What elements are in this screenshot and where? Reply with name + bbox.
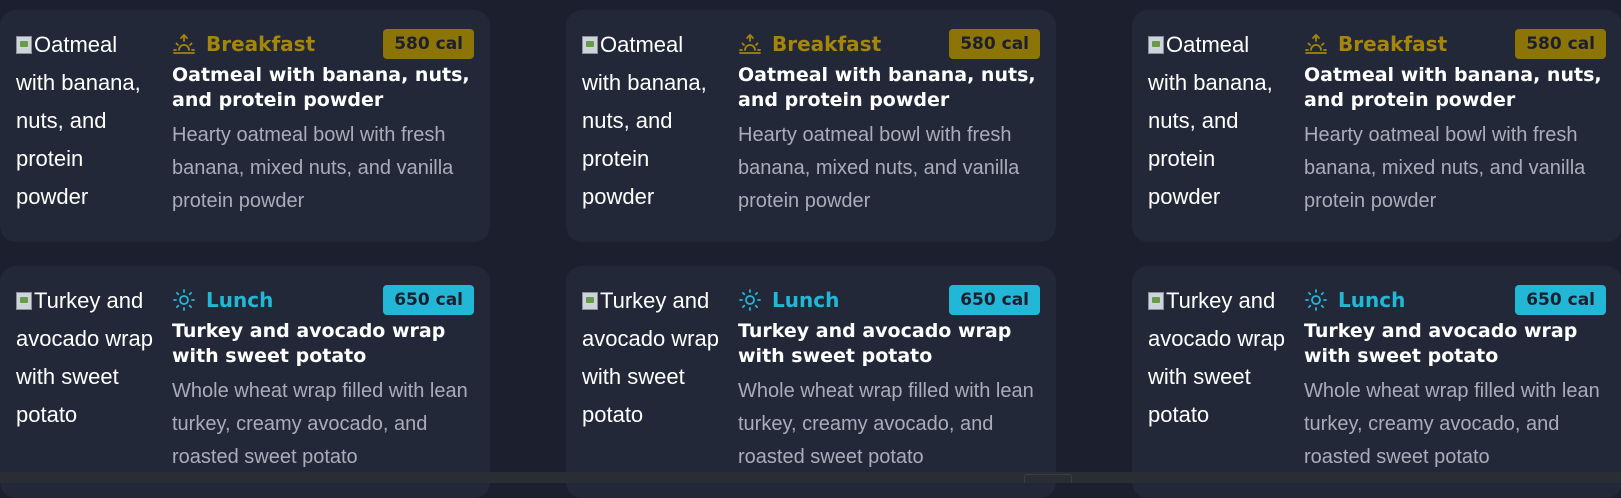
meal-card-grid: Oatmeal with banana, nuts, and protein p…: [0, 10, 1621, 498]
meal-type-label: Lunch: [1304, 288, 1405, 312]
calories-badge: 580 cal: [383, 29, 474, 59]
meal-type-label: Lunch: [738, 288, 839, 312]
sunrise-icon: [173, 33, 195, 54]
meal-description: Whole wheat wrap filled with lean turkey…: [1304, 380, 1600, 468]
meal-card[interactable]: Oatmeal with banana, nuts, and protein p…: [1132, 10, 1621, 242]
meal-image: Turkey and avocado wrap with sweet potat…: [582, 288, 719, 427]
meal-card[interactable]: Turkey and avocado wrap with sweet potat…: [566, 266, 1056, 498]
meal-card[interactable]: Oatmeal with banana, nuts, and protein p…: [566, 10, 1056, 242]
meal-card[interactable]: Oatmeal with banana, nuts, and protein p…: [0, 10, 490, 242]
meal-title: Oatmeal with banana, nuts, and protein p…: [738, 64, 1036, 111]
broken-image-icon: [582, 292, 598, 310]
sunrise-icon: [1305, 33, 1327, 54]
meal-type-label: Lunch: [172, 288, 273, 312]
scrollbar-thumb[interactable]: [1024, 474, 1072, 483]
meal-card[interactable]: Turkey and avocado wrap with sweet potat…: [0, 266, 490, 498]
sun-icon: [173, 289, 195, 311]
sunrise-icon: [739, 33, 761, 54]
calories-badge: 650 cal: [949, 285, 1040, 315]
calories-badge: 650 cal: [383, 285, 474, 315]
meal-card[interactable]: Turkey and avocado wrap with sweet potat…: [1132, 266, 1621, 498]
meal-image: Oatmeal with banana, nuts, and protein p…: [582, 32, 707, 209]
meal-image: Oatmeal with banana, nuts, and protein p…: [1148, 32, 1273, 209]
meal-title: Oatmeal with banana, nuts, and protein p…: [172, 64, 470, 111]
broken-image-icon: [1148, 36, 1164, 54]
sun-icon: [1305, 289, 1327, 311]
meal-title: Turkey and avocado wrap with sweet potat…: [738, 320, 1012, 367]
meal-type-label: Breakfast: [738, 32, 881, 56]
meal-description: Hearty oatmeal bowl with fresh banana, m…: [172, 124, 454, 212]
broken-image-icon: [16, 292, 32, 310]
broken-image-icon: [582, 36, 598, 54]
calories-badge: 650 cal: [1515, 285, 1606, 315]
meal-image: Turkey and avocado wrap with sweet potat…: [1148, 288, 1285, 427]
horizontal-scrollbar[interactable]: [0, 472, 1621, 483]
meal-image: Oatmeal with banana, nuts, and protein p…: [16, 32, 141, 209]
meal-description: Whole wheat wrap filled with lean turkey…: [172, 380, 468, 468]
broken-image-icon: [1148, 292, 1164, 310]
sun-icon: [739, 289, 761, 311]
meal-description: Hearty oatmeal bowl with fresh banana, m…: [1304, 124, 1586, 212]
meal-type-label: Breakfast: [1304, 32, 1447, 56]
meal-description: Hearty oatmeal bowl with fresh banana, m…: [738, 124, 1020, 212]
meal-title: Oatmeal with banana, nuts, and protein p…: [1304, 64, 1602, 111]
calories-badge: 580 cal: [1515, 29, 1606, 59]
meal-title: Turkey and avocado wrap with sweet potat…: [1304, 320, 1578, 367]
broken-image-icon: [16, 36, 32, 54]
meal-type-label: Breakfast: [172, 32, 315, 56]
meal-description: Whole wheat wrap filled with lean turkey…: [738, 380, 1034, 468]
meal-image: Turkey and avocado wrap with sweet potat…: [16, 288, 153, 427]
meal-title: Turkey and avocado wrap with sweet potat…: [172, 320, 446, 367]
calories-badge: 580 cal: [949, 29, 1040, 59]
